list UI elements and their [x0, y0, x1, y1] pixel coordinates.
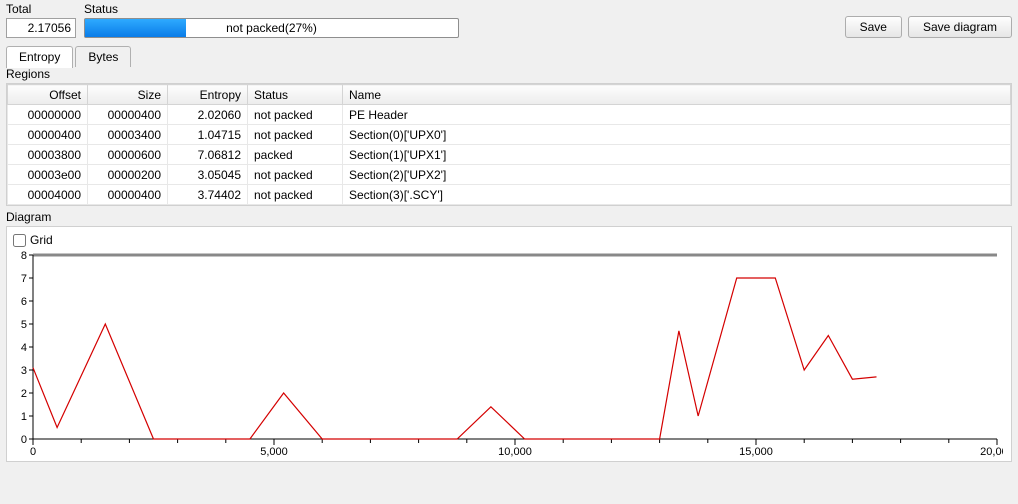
cell-entropy: 3.05045: [168, 165, 248, 185]
cell-status: not packed: [248, 125, 343, 145]
cell-name: PE Header: [343, 105, 1011, 125]
table-row[interactable]: 00000400000034001.04715not packedSection…: [8, 125, 1011, 145]
grid-checkbox[interactable]: [13, 234, 26, 247]
cell-status: packed: [248, 145, 343, 165]
svg-text:7: 7: [21, 273, 27, 285]
cell-name: Section(3)['.SCY']: [343, 185, 1011, 205]
col-offset[interactable]: Offset: [8, 85, 88, 105]
cell-name: Section(0)['UPX0']: [343, 125, 1011, 145]
svg-text:0: 0: [21, 434, 27, 446]
cell-size: 00003400: [88, 125, 168, 145]
svg-text:2: 2: [21, 388, 27, 400]
cell-size: 00000200: [88, 165, 168, 185]
svg-text:5,000: 5,000: [260, 446, 288, 458]
diagram-panel: Grid 0 1 2 3 4 5 6 7 8 0 5,000 10,000 15,000 20,000: [6, 226, 1012, 462]
cell-offset: 00000000: [8, 105, 88, 125]
total-input[interactable]: [6, 18, 76, 38]
status-progress: not packed(27%): [84, 18, 459, 38]
cell-status: not packed: [248, 185, 343, 205]
grid-text: Grid: [30, 233, 53, 247]
cell-name: Section(1)['UPX1']: [343, 145, 1011, 165]
cell-entropy: 2.02060: [168, 105, 248, 125]
status-text: not packed(27%): [85, 19, 458, 37]
svg-text:5: 5: [21, 319, 27, 331]
cell-entropy: 7.06812: [168, 145, 248, 165]
svg-text:10,000: 10,000: [498, 446, 532, 458]
svg-text:4: 4: [21, 342, 27, 354]
table-row[interactable]: 00004000000004003.74402not packedSection…: [8, 185, 1011, 205]
regions-table: Offset Size Entropy Status Name 00000000…: [6, 83, 1012, 206]
tab-entropy[interactable]: Entropy: [6, 46, 73, 68]
col-size[interactable]: Size: [88, 85, 168, 105]
svg-text:1: 1: [21, 411, 27, 423]
status-label: Status: [84, 2, 459, 16]
diagram-title: Diagram: [0, 206, 1018, 226]
cell-entropy: 3.74402: [168, 185, 248, 205]
svg-text:6: 6: [21, 296, 27, 308]
save-button[interactable]: Save: [845, 16, 902, 38]
cell-offset: 00004000: [8, 185, 88, 205]
svg-text:20,000: 20,000: [980, 446, 1003, 458]
cell-offset: 00003800: [8, 145, 88, 165]
cell-size: 00000400: [88, 105, 168, 125]
cell-entropy: 1.04715: [168, 125, 248, 145]
table-row[interactable]: 00003e00000002003.05045not packedSection…: [8, 165, 1011, 185]
cell-status: not packed: [248, 105, 343, 125]
cell-offset: 00003e00: [8, 165, 88, 185]
cell-size: 00000600: [88, 145, 168, 165]
svg-text:3: 3: [21, 365, 27, 377]
cell-offset: 00000400: [8, 125, 88, 145]
regions-title: Regions: [0, 67, 1018, 83]
svg-text:8: 8: [21, 250, 27, 262]
save-diagram-button[interactable]: Save diagram: [908, 16, 1012, 38]
tab-bytes[interactable]: Bytes: [75, 46, 131, 67]
col-entropy[interactable]: Entropy: [168, 85, 248, 105]
col-status[interactable]: Status: [248, 85, 343, 105]
svg-text:15,000: 15,000: [739, 446, 773, 458]
grid-checkbox-label[interactable]: Grid: [13, 233, 1005, 247]
svg-text:0: 0: [30, 446, 36, 458]
cell-status: not packed: [248, 165, 343, 185]
col-name[interactable]: Name: [343, 85, 1011, 105]
table-row[interactable]: 00003800000006007.06812packedSection(1)[…: [8, 145, 1011, 165]
cell-size: 00000400: [88, 185, 168, 205]
cell-name: Section(2)['UPX2']: [343, 165, 1011, 185]
entropy-chart: 0 1 2 3 4 5 6 7 8 0 5,000 10,000 15,000 20,000: [13, 249, 1003, 459]
table-row[interactable]: 00000000000004002.02060not packedPE Head…: [8, 105, 1011, 125]
total-label: Total: [6, 2, 76, 16]
